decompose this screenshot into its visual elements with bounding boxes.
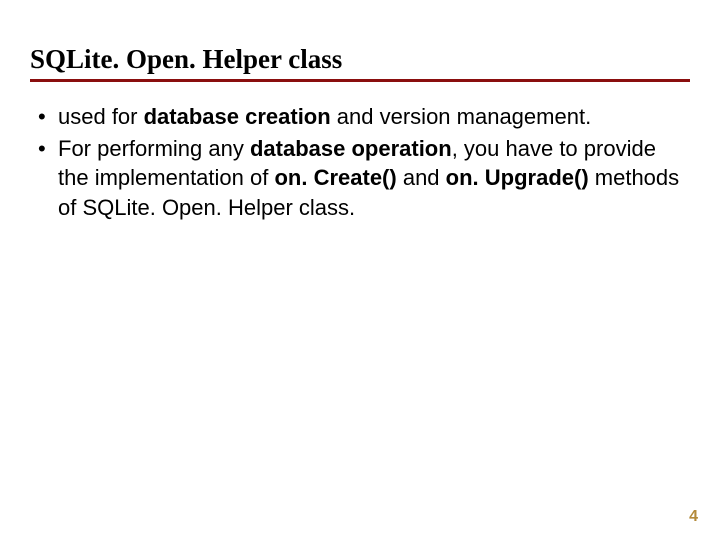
bullet-item: used for database creation and version m… [58, 102, 684, 132]
text-segment: database operation [250, 136, 452, 161]
text-segment: on. Create() [274, 165, 396, 190]
title-underline [30, 79, 690, 82]
page-number: 4 [689, 508, 698, 526]
bullet-item: For performing any database operation, y… [58, 134, 684, 223]
text-segment: and [397, 165, 446, 190]
text-segment: on. Upgrade() [446, 165, 589, 190]
text-segment: and version management. [331, 104, 592, 129]
text-segment: database creation [144, 104, 331, 129]
title-block: SQLite. Open. Helper class [30, 44, 690, 82]
text-segment: For performing any [58, 136, 250, 161]
slide-title: SQLite. Open. Helper class [30, 44, 690, 81]
text-segment: used for [58, 104, 144, 129]
slide: SQLite. Open. Helper class used for data… [0, 0, 720, 540]
bullet-list: used for database creation and version m… [30, 102, 690, 223]
